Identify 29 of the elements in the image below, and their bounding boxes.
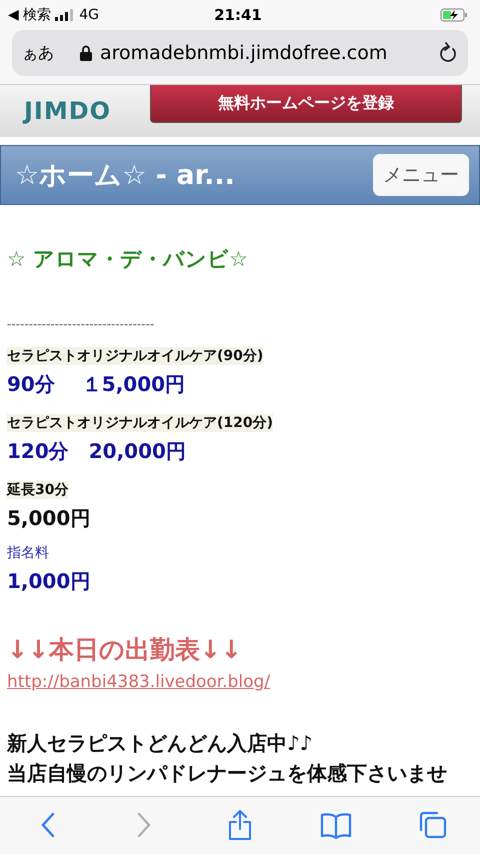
chevron-left-icon[interactable]	[40, 812, 56, 838]
battery-charging-icon	[440, 8, 468, 22]
network-label: 4G	[79, 7, 99, 23]
blog-link[interactable]: http://banbi4383.livedoor.blog/	[7, 672, 270, 692]
price-text: 1,000円	[7, 568, 92, 595]
course-label: セラピストオリジナルオイルケア(90分)	[7, 347, 264, 365]
address-bar[interactable]: ぁあ aromadebnmbi.jimdofree.com	[12, 30, 468, 76]
promo-text: 当店自慢のリンパドレナージュを体感下さいませ	[7, 760, 448, 787]
schedule-heading: ↓↓本日の出勤表↓↓	[7, 634, 243, 666]
back-to-app-label[interactable]: ◀ 検索	[8, 6, 52, 24]
text-size-button[interactable]: ぁあ	[22, 42, 54, 64]
lock-icon	[80, 45, 92, 61]
logo-text[interactable]: JIMDO	[24, 97, 124, 125]
course-label: 延長30分	[7, 481, 68, 499]
promo-text: 新人セラピストどんどん入店中♪♪	[7, 730, 314, 757]
page-title: ☆ホーム☆ - ar...	[15, 159, 236, 193]
dash-rule: ----------------------------------	[7, 317, 156, 331]
reload-icon[interactable]	[438, 42, 458, 64]
signal-icon	[55, 9, 76, 21]
course-label: セラピストオリジナルオイルケア(120分)	[7, 414, 274, 432]
price-text: 5,000円	[7, 505, 92, 532]
price-text: 90分 １5,000円	[7, 371, 186, 398]
fee-label: 指名料	[7, 544, 50, 562]
clock: 21:41	[213, 6, 263, 24]
register-button[interactable]: 無料ホームページを登録	[150, 85, 462, 123]
menu-button[interactable]: メニュー	[373, 154, 469, 196]
url-text: aromadebnmbi.jimdofree.com	[100, 42, 388, 64]
price-text: 120分 20,000円	[7, 438, 187, 465]
shop-title: ☆ アロマ・デ・バンビ☆	[7, 246, 249, 273]
